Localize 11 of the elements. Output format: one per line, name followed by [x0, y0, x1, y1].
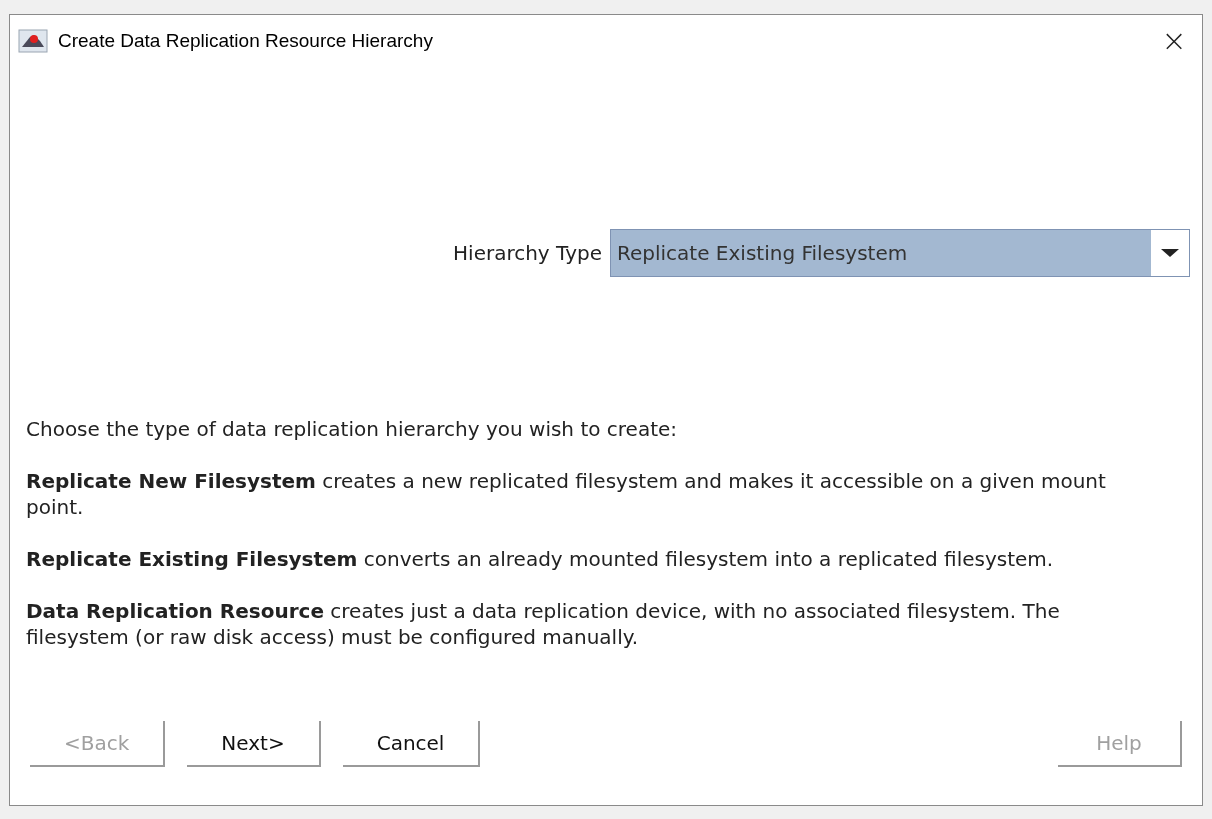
description-text: Data Replication Resource creates just a data replication device, with no associated filesystem. The filesystem (or raw disk access) must be configured manually.: [26, 598, 1061, 650]
dropdown-arrow-icon: [1161, 249, 1179, 257]
window-title: Create Data Replication Resource Hierarchy: [58, 28, 433, 53]
hierarchy-type-label: Hierarchy Type: [453, 240, 602, 267]
wizard-button[interactable]: Next>: [187, 721, 321, 767]
instruction-text: Choose the type of data replication hierarchy you wish to create:: [26, 416, 679, 442]
wizard-button[interactable]: Cancel: [342, 721, 481, 767]
description-text: Replicate Existing Filesystem converts an already mounted filesystem into a replicated filesystem.: [26, 546, 1055, 572]
description-text: Replicate New Filesystem creates a new replicated filesystem and makes it accessible on a given mount point.: [26, 468, 1107, 520]
app-icon: [18, 29, 48, 53]
close-button[interactable]: ×: [1154, 21, 1194, 61]
